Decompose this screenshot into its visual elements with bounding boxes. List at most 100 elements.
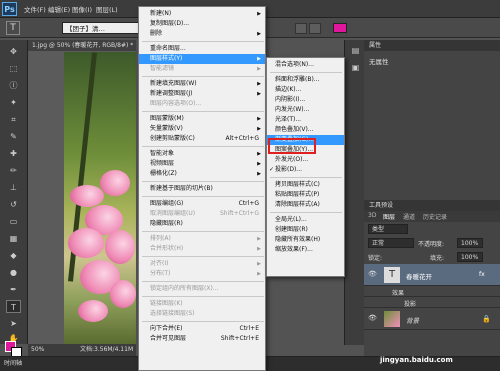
timeline-tab[interactable]: 时间轴 (4, 358, 22, 367)
layer-style-item[interactable]: 清除图层样式(A) (267, 200, 344, 210)
gradient-tool-icon[interactable]: ▦ (6, 232, 21, 245)
menu-image[interactable]: 图像(I) (72, 4, 92, 14)
layer-style-item[interactable]: 斜面和浮雕(B)... (267, 75, 344, 85)
document-tab[interactable]: 1.jpg @ 50% (春暖花开, RGB/8#) * (28, 40, 136, 51)
font-family-select[interactable]: 【团子】清… (62, 22, 150, 34)
menu-separator (142, 181, 264, 182)
properties-panel-icon[interactable]: ▣ (348, 61, 363, 74)
opacity-input[interactable]: 100% (457, 238, 483, 248)
magic-wand-tool-icon[interactable]: ✦ (6, 96, 21, 109)
layer-menu-item[interactable]: 新建基于图层的切片(B) (139, 184, 265, 194)
layer-menu-item[interactable]: 合并形状(H) ▶ (139, 244, 265, 254)
marquee-tool-icon[interactable]: ⬚ (6, 62, 21, 75)
petal (68, 228, 104, 258)
healing-tool-icon[interactable]: ✚ (6, 147, 21, 160)
layer-style-item[interactable]: 缩放效果(F)... (267, 245, 344, 255)
layer-menu-item[interactable]: 取消图层编组(U) Shift+Ctrl+G (139, 209, 265, 219)
layer-menu-item[interactable]: 栅格化(Z) ▶ (139, 169, 265, 179)
tab-history[interactable]: 历史记录 (423, 212, 447, 221)
layer-menu-item[interactable]: 复制图层(D)... (139, 19, 265, 29)
submenu-arrow-icon: ▶ (257, 161, 261, 167)
history-brush-tool-icon[interactable]: ↺ (6, 198, 21, 211)
type-tool-icon[interactable]: T (6, 300, 21, 313)
pen-tool-icon[interactable]: ✒ (6, 283, 21, 296)
layer-menu-item[interactable]: 图层蒙版(M) ▶ (139, 114, 265, 124)
layer-menu-item[interactable]: 隐藏图层(R) (139, 219, 265, 229)
menu-file[interactable]: 文件(F) (24, 4, 46, 14)
layer-menu-item[interactable]: 智能对象 ▶ (139, 149, 265, 159)
layer-menu-item[interactable]: 删除 ▶ (139, 29, 265, 39)
layer-menu-item[interactable]: 合并可见图层 Shift+Ctrl+E (139, 334, 265, 344)
history-panel-icon[interactable]: ▤ (348, 44, 363, 57)
layer-row-background[interactable]: 👁 背景 🔒 (364, 308, 500, 330)
layer-style-item[interactable]: 颜色叠加(V)... (267, 125, 344, 135)
layer-menu-item[interactable]: 新建(N) ▶ (139, 9, 265, 19)
layer-menu-item[interactable]: 重命名图层... (139, 44, 265, 54)
layer-menu-item[interactable]: 视频图层 ▶ (139, 159, 265, 169)
layer-style-item[interactable]: 外发光(O)... (267, 155, 344, 165)
text-tool-icon[interactable]: T (6, 21, 20, 35)
layer-menu-item[interactable]: 智能滤镜 ▶ (139, 64, 265, 74)
menu-edit[interactable]: 编辑(E) (48, 4, 70, 14)
tab-3d[interactable]: 3D (368, 212, 376, 219)
layer-menu-item[interactable]: 链接图层(K) (139, 299, 265, 309)
layer-style-item[interactable]: 混合选项(N)... (267, 60, 344, 70)
menu-layer[interactable]: 图层(L) (96, 4, 118, 14)
layer-menu-item[interactable]: 图层样式(Y) ▶ (139, 54, 265, 64)
layer-menu-dropdown: 新建(N) ▶ 复制图层(D)... 删除 ▶ 重命名图层... 图层样式(Y) ▶ 智能滤镜 ▶… (138, 6, 266, 371)
path-selection-tool-icon[interactable]: ➤ (6, 317, 21, 330)
tab-layers[interactable]: 图层 (383, 212, 395, 221)
lasso-tool-icon[interactable]: ⓛ (6, 79, 21, 92)
fx-icon[interactable]: fx (479, 271, 485, 278)
eraser-tool-icon[interactable]: ▭ (6, 215, 21, 228)
check-icon: ✓ (269, 166, 275, 173)
layer-name[interactable]: 背景 (406, 315, 419, 325)
layer-menu-item[interactable]: 图层编组(G) Ctrl+G (139, 199, 265, 209)
align-left-icon[interactable] (295, 23, 307, 34)
layer-menu-item[interactable]: 对齐(I) ▶ (139, 259, 265, 269)
stamp-tool-icon[interactable]: ⊥ (6, 181, 21, 194)
layer-style-item[interactable]: 隐藏所有效果(H) (267, 235, 344, 245)
layer-menu-item[interactable]: 向下合并(E) Ctrl+E (139, 324, 265, 334)
text-color-swatch[interactable] (333, 23, 347, 33)
fill-input[interactable]: 100% (457, 252, 483, 262)
layer-style-item[interactable]: 描边(K)... (267, 85, 344, 95)
layer-menu-item[interactable]: 选择链接图层(S) (139, 309, 265, 319)
zoom-level[interactable]: 50% (31, 344, 44, 356)
layer-name[interactable]: 春暖花开 (406, 271, 432, 281)
layer-style-item[interactable]: 内发光(W)... (267, 105, 344, 115)
align-center-icon[interactable] (309, 23, 321, 34)
tab-channels[interactable]: 通道 (403, 212, 415, 221)
layer-effect-drop-shadow[interactable]: 投影 (364, 297, 500, 308)
layer-style-item[interactable]: 粘贴图层样式(P) (267, 190, 344, 200)
dodge-tool-icon[interactable]: ● (6, 266, 21, 279)
layer-filter-select[interactable]: 类型 (368, 224, 408, 234)
visibility-eye-icon[interactable]: 👁 (368, 314, 377, 322)
blur-tool-icon[interactable]: ◆ (6, 249, 21, 262)
eyedropper-tool-icon[interactable]: ✎ (6, 130, 21, 143)
visibility-eye-icon[interactable]: 👁 (368, 270, 377, 278)
crop-tool-icon[interactable]: ⌗ (6, 113, 21, 126)
layer-style-item[interactable]: 光泽(T)... (267, 115, 344, 125)
brush-tool-icon[interactable]: ✏ (6, 164, 21, 177)
layer-effects-row[interactable]: 效果 (364, 286, 500, 297)
layer-menu-item[interactable]: 分布(T) ▶ (139, 269, 265, 279)
layer-menu-item[interactable]: 锁定组内的所有图层(X)... (139, 284, 265, 294)
layer-style-item[interactable]: 拷贝图层样式(C) (267, 180, 344, 190)
menu-item-label: 智能滤镜 (150, 65, 175, 72)
blend-mode-select[interactable]: 正常 (368, 238, 414, 248)
layer-menu-item[interactable]: 新建调整图层(J) ▶ (139, 89, 265, 99)
menu-item-label: 新建(N) (150, 10, 172, 17)
layer-menu-item[interactable]: 排列(A) ▶ (139, 234, 265, 244)
layer-menu-item[interactable]: 新建填充图层(W) ▶ (139, 79, 265, 89)
menu-item-label: 内阴影(I)... (275, 96, 306, 103)
layer-menu-item[interactable]: 矢量蒙版(V) ▶ (139, 124, 265, 134)
layer-style-item[interactable]: 创建图层(R) (267, 225, 344, 235)
layer-style-item[interactable]: ✓ 投影(D)... (267, 165, 344, 175)
layer-menu-item[interactable]: 图层内容选项(O)... (139, 99, 265, 109)
layer-style-item[interactable]: 全局光(L)... (267, 215, 344, 225)
layer-style-item[interactable]: 内阴影(I)... (267, 95, 344, 105)
layer-menu-item[interactable]: 创建剪贴蒙版(C) Alt+Ctrl+G (139, 134, 265, 144)
layer-row-text[interactable]: 👁 T 春暖花开 fx (364, 264, 500, 286)
move-tool-icon[interactable]: ✥ (6, 45, 21, 58)
